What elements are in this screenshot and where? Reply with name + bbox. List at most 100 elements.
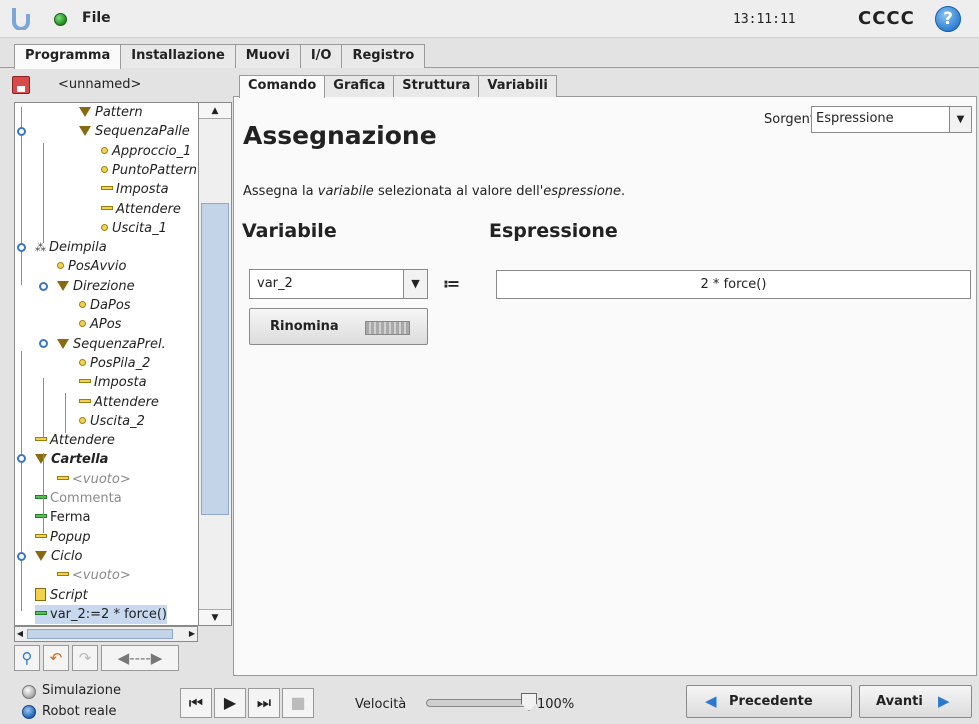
tree-item[interactable]: PosPila_2 xyxy=(79,354,150,373)
tree-item[interactable]: Script xyxy=(35,586,88,605)
tree-item[interactable]: APos xyxy=(79,315,121,334)
tree-item[interactable]: Attendere xyxy=(101,200,181,219)
variable-select[interactable]: var_2 ▼ xyxy=(249,269,428,299)
scroll-thumb[interactable] xyxy=(201,203,229,515)
file-menu[interactable]: File xyxy=(82,10,111,26)
chevron-down-icon[interactable]: ▼ xyxy=(403,270,427,298)
speed-slider[interactable] xyxy=(426,699,536,707)
tree-item-label: Direzione xyxy=(73,278,135,294)
collapse-toggle-icon[interactable] xyxy=(17,552,26,561)
skip-to-start-icon[interactable]: ⏮ xyxy=(180,688,212,718)
tree-item[interactable]: Attendere xyxy=(79,393,159,412)
tree-item[interactable]: PuntoPattern xyxy=(101,161,197,180)
description-part: . xyxy=(621,184,626,199)
tree-item[interactable]: Direzione xyxy=(57,277,135,296)
search-icon[interactable]: ⚲ xyxy=(14,645,40,671)
tree-item-label: APos xyxy=(90,317,122,333)
step-forward-icon[interactable]: ⏭ xyxy=(248,688,280,718)
tree-connector-line xyxy=(65,393,66,433)
tree-item[interactable]: ⁂ Deimpila xyxy=(35,238,107,257)
tab-muovi[interactable]: Muovi xyxy=(234,44,301,68)
help-icon[interactable]: ? xyxy=(935,6,961,32)
collapse-toggle-icon[interactable] xyxy=(39,282,48,291)
tab-grafica[interactable]: Grafica xyxy=(324,75,395,97)
tree-item[interactable]: <vuoto> xyxy=(57,566,131,585)
tree-item-selected[interactable]: var_2:=2 * force() xyxy=(35,604,167,624)
tree-connector-line xyxy=(43,378,44,438)
tree-item-label: Attendere xyxy=(116,201,181,217)
horizontal-scroll-thumb[interactable] xyxy=(27,629,173,639)
tree-item[interactable]: SequenzaPrel. xyxy=(57,335,166,354)
variable-header: Variabile xyxy=(242,220,337,242)
collapse-toggle-icon[interactable] xyxy=(17,127,26,136)
tab-programma[interactable]: Programma xyxy=(14,44,122,69)
tab-io[interactable]: I/O xyxy=(299,44,343,68)
tree-connector-line xyxy=(43,143,44,243)
assign-operator: ≔ xyxy=(443,274,460,293)
tree-item[interactable]: Uscita_2 xyxy=(79,412,145,431)
next-button-label: Avanti xyxy=(876,694,923,709)
tree-item[interactable]: Pattern xyxy=(79,103,143,122)
tab-variabili[interactable]: Variabili xyxy=(478,75,557,97)
tree-item[interactable]: <vuoto> xyxy=(57,470,131,489)
tree-item-label: Approccio_1 xyxy=(112,143,192,159)
next-button[interactable]: Avanti ▶ xyxy=(859,685,972,718)
tree-item[interactable]: Commenta xyxy=(35,489,122,508)
tree-item-label: Imposta xyxy=(94,375,147,391)
tab-struttura[interactable]: Struttura xyxy=(393,75,480,97)
save-icon[interactable] xyxy=(12,76,30,94)
source-select[interactable]: Espressione ▼ xyxy=(811,106,972,133)
undo-icon[interactable]: ↶ xyxy=(43,645,69,671)
tree-item-label: SequenzaPalle xyxy=(95,124,190,140)
triangle-icon xyxy=(35,550,47,561)
tree-item-label: <vuoto> xyxy=(72,568,131,584)
waypoint-icon xyxy=(57,262,64,270)
collapse-toggle-icon[interactable] xyxy=(17,454,26,463)
tree-item[interactable]: Uscita_1 xyxy=(101,219,167,238)
chevron-down-icon[interactable]: ▼ xyxy=(949,107,971,132)
play-icon[interactable]: ▶ xyxy=(214,688,246,718)
pallet-icon: ⁂ xyxy=(35,241,46,255)
command-icon xyxy=(101,205,113,210)
scroll-down-icon[interactable]: ▼ xyxy=(199,609,231,625)
tree-horizontal-scrollbar[interactable]: ◀ ▶ xyxy=(14,626,198,642)
tree-item[interactable]: SequenzaPalle xyxy=(79,122,190,141)
tab-comando[interactable]: Comando xyxy=(239,75,326,98)
tree-item[interactable]: Attendere xyxy=(35,431,115,450)
tree-item[interactable]: Approccio_1 xyxy=(101,142,191,161)
tree-item[interactable]: Imposta xyxy=(101,180,169,199)
collapse-toggle-icon[interactable] xyxy=(17,243,26,252)
tree-item[interactable]: Cartella xyxy=(35,450,108,469)
tree-item-label: Popup xyxy=(50,529,91,545)
triangle-icon xyxy=(79,126,91,137)
collapse-toggle-icon[interactable] xyxy=(39,339,48,348)
previous-button-label: Precedente xyxy=(729,694,813,709)
tree-item[interactable]: PosAvvio xyxy=(57,257,126,276)
waypoint-icon xyxy=(79,358,86,366)
command-icon xyxy=(35,437,47,442)
scroll-up-icon[interactable]: ▲ xyxy=(199,103,231,119)
tree-item-label: SequenzaPrel. xyxy=(73,336,166,352)
robot-status-icon[interactable] xyxy=(54,13,67,26)
tree-vertical-scrollbar[interactable]: ▲ ▼ xyxy=(198,102,232,626)
stop-icon[interactable]: ■ xyxy=(282,688,314,718)
previous-button[interactable]: ◀ Precedente xyxy=(686,685,852,718)
tree-item[interactable]: DaPos xyxy=(79,296,131,315)
tab-installazione[interactable]: Installazione xyxy=(120,44,236,68)
ur-logo-icon xyxy=(12,8,30,30)
scroll-right-icon[interactable]: ▶ xyxy=(187,627,197,641)
move-arrows-icon[interactable]: ◀----▶ xyxy=(101,645,179,671)
tree-item-label: Imposta xyxy=(116,182,169,198)
tree-item-label: DaPos xyxy=(90,298,131,313)
real-robot-radio[interactable] xyxy=(22,705,36,719)
expression-field[interactable]: 2 * force() xyxy=(496,270,971,299)
tab-registro[interactable]: Registro xyxy=(341,44,426,68)
simulation-radio[interactable] xyxy=(22,685,36,699)
rename-button[interactable]: Rinomina xyxy=(249,308,428,345)
tree-connector-line xyxy=(21,351,22,611)
scroll-left-icon[interactable]: ◀ xyxy=(15,627,25,641)
tree-item[interactable]: Imposta xyxy=(79,373,147,392)
tree-item-label: Ciclo xyxy=(51,548,83,564)
tree-item[interactable]: Ciclo xyxy=(35,547,82,566)
redo-icon[interactable]: ↷ xyxy=(72,645,98,671)
